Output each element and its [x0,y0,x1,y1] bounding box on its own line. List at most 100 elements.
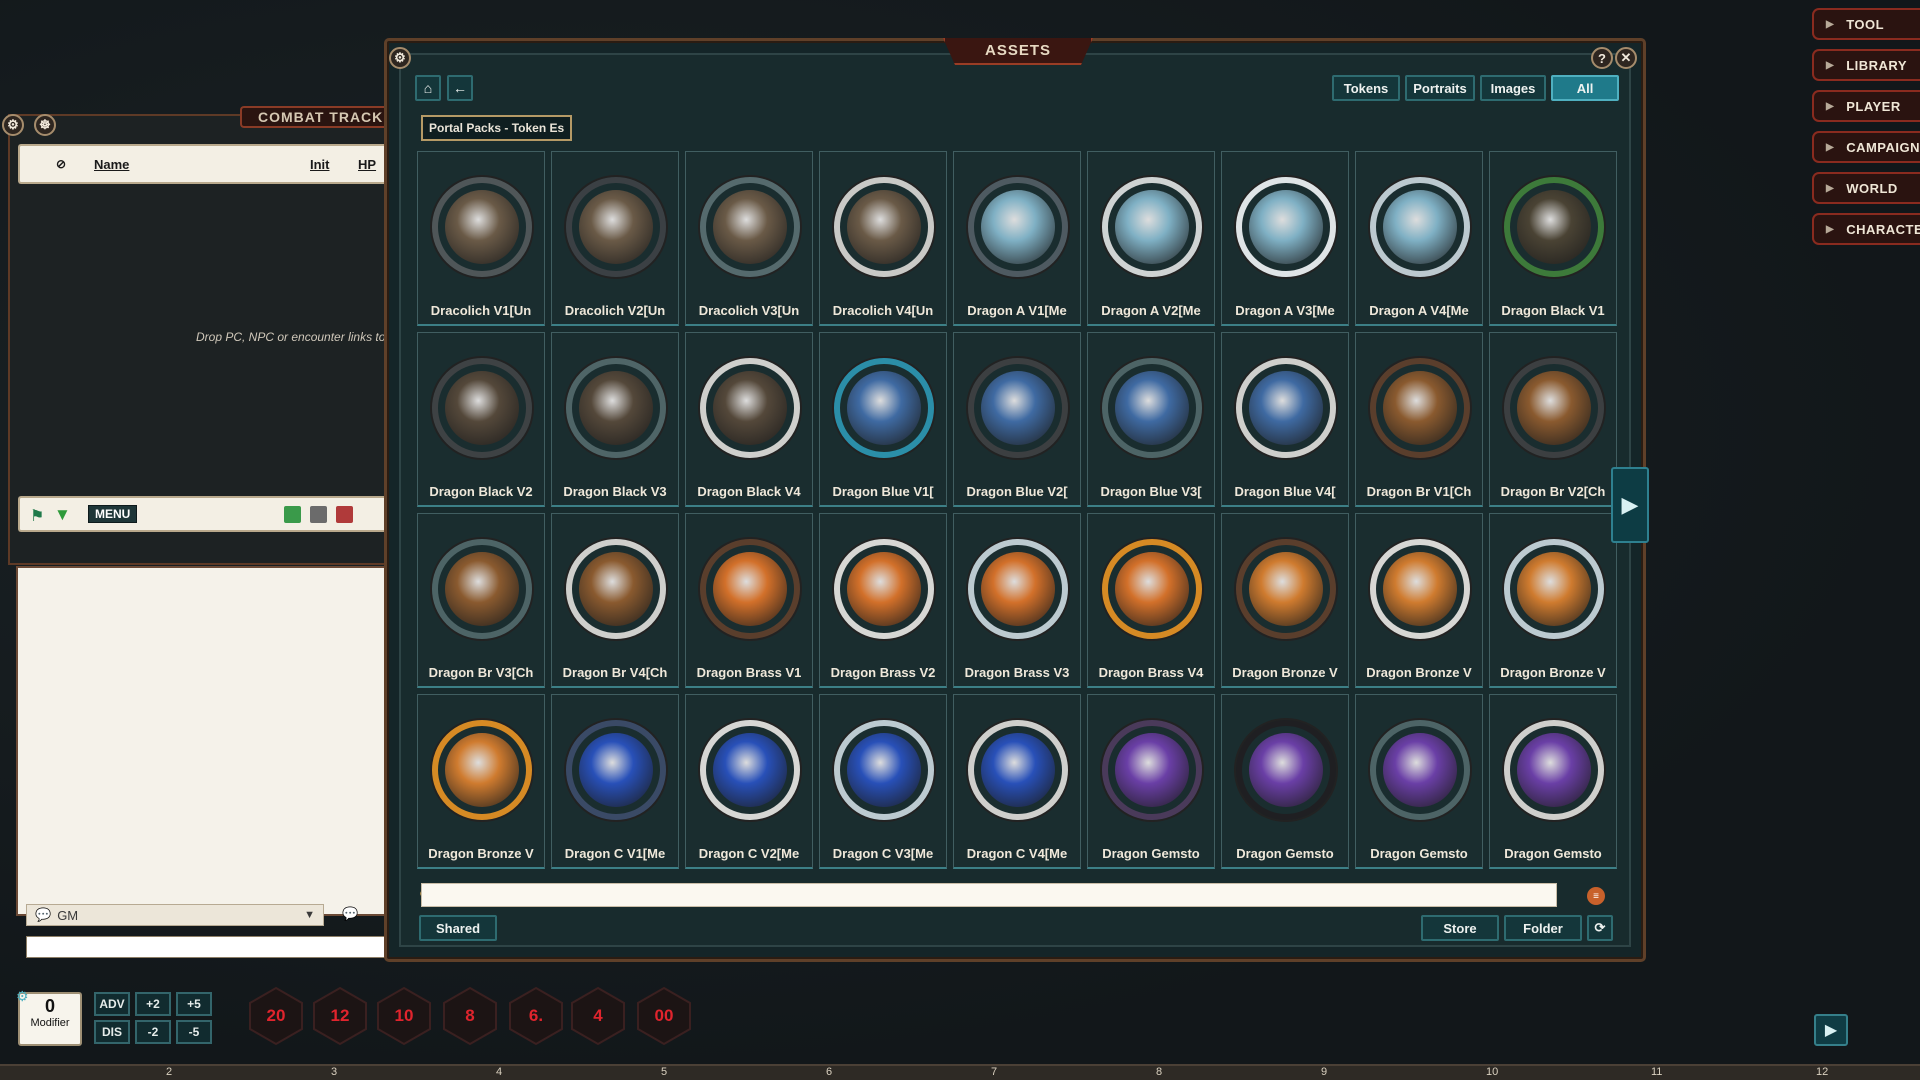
minus-2-button[interactable]: -2 [135,1020,171,1044]
shared-button[interactable]: Shared [419,915,497,941]
asset-tile[interactable]: Dragon Br V1[Ch [1355,332,1483,507]
asset-tile[interactable]: Dragon Black V3 [551,332,679,507]
chat-log [16,566,390,916]
search-input[interactable] [421,883,1557,907]
asset-tile[interactable]: Dragon Black V1 [1489,151,1617,326]
column-init[interactable]: Init [310,157,330,172]
asset-tile[interactable]: Dragon Brass V4 [1087,513,1215,688]
asset-tile[interactable]: Dragon Brass V2 [819,513,947,688]
collapse-icon[interactable] [310,506,327,523]
store-button[interactable]: Store [1421,915,1499,941]
asset-tile[interactable]: Dragon Gemsto [1087,694,1215,869]
asset-tile[interactable]: Dragon Gemsto [1355,694,1483,869]
dragon-portrait-icon [579,190,653,264]
play-button[interactable]: ▶ [1814,1014,1848,1046]
die-d20[interactable]: 20 [246,986,306,1046]
asset-tile[interactable]: Dragon C V4[Me [953,694,1081,869]
filter-portraits[interactable]: Portraits [1405,75,1475,101]
asset-tile[interactable]: Dracolich V2[Un [551,151,679,326]
sidebar-button-world[interactable]: ▶ WORLD [1812,172,1920,204]
asset-tile[interactable]: Dragon C V2[Me [685,694,813,869]
plus-5-button[interactable]: +5 [176,992,212,1016]
asset-grid: Dracolich V1[Un Dracolich V2[Un Dracolich … [417,151,1617,869]
asset-tile[interactable]: Dragon Blue V4[ [1221,332,1349,507]
asset-tile[interactable]: Dragon Bronze V [417,694,545,869]
asset-tile[interactable]: Dragon Bronze V [1221,513,1349,688]
asset-tile[interactable]: Dragon Br V2[Ch [1489,332,1617,507]
asset-tile[interactable]: Dragon C V3[Me [819,694,947,869]
breadcrumb[interactable]: Portal Packs - Token Es [421,115,573,141]
asset-tile[interactable]: Dragon Br V3[Ch [417,513,545,688]
column-name[interactable]: Name [94,157,129,172]
delete-icon[interactable] [336,506,353,523]
token-image [1370,720,1470,820]
asset-tile[interactable]: Dragon Gemsto [1221,694,1349,869]
chat-identity-select[interactable]: 💬 GM ▼ [26,904,324,926]
asset-tile[interactable]: Dragon Bronze V [1489,513,1617,688]
token-image [1236,358,1336,458]
minus-5-button[interactable]: -5 [176,1020,212,1044]
add-icon[interactable] [284,506,301,523]
filter-options-icon[interactable]: ≡ [1587,887,1605,905]
die-d4[interactable]: 4 [568,986,628,1046]
chat-input[interactable] [26,936,390,958]
back-button[interactable]: ← [447,75,473,101]
asset-tile[interactable]: Dracolich V3[Un [685,151,813,326]
speech-bubble-icon: 💬 [35,907,52,922]
asset-tile[interactable]: Dragon A V3[Me [1221,151,1349,326]
asset-tile[interactable]: Dragon A V2[Me [1087,151,1215,326]
asset-tile[interactable]: Dragon A V4[Me [1355,151,1483,326]
die-d8[interactable]: 8 [440,986,500,1046]
asset-tile[interactable]: Dragon Bronze V [1355,513,1483,688]
lock-icon[interactable]: ⚙ [2,114,24,136]
help-icon[interactable]: ? [1591,47,1613,69]
asset-tile[interactable]: Dragon C V1[Me [551,694,679,869]
die-d10[interactable]: 10 [374,986,434,1046]
folder-button[interactable]: Folder [1504,915,1582,941]
home-icon: ⌂ [423,80,433,96]
column-hp[interactable]: HP [358,157,376,172]
advantage-button[interactable]: ADV [94,992,130,1016]
disadvantage-button[interactable]: DIS [94,1020,130,1044]
lock-icon[interactable]: ⚙ [389,47,411,69]
refresh-button[interactable]: ⟳ [1587,915,1613,941]
sidebar-button-player[interactable]: ▶ PLAYER [1812,90,1920,122]
chat-mode-icon[interactable]: 💬 [342,906,358,922]
asset-tile[interactable]: Dragon Br V4[Ch [551,513,679,688]
visibility-toggle-icon[interactable]: ⊘ [56,157,66,171]
asset-tile-label: Dragon A V4[Me [1369,303,1469,318]
asset-tile[interactable]: Dracolich V4[Un [819,151,947,326]
plus-2-button[interactable]: +2 [135,992,171,1016]
next-turn-icon[interactable]: ▼ [54,505,71,525]
settings-icon[interactable]: ☸ [34,114,56,136]
settings-icon[interactable]: ⚙ [16,988,29,1005]
asset-tile-label: Dragon Blue V1[ [832,484,934,499]
filter-images[interactable]: Images [1480,75,1546,101]
filter-all[interactable]: All [1551,75,1619,101]
asset-tile[interactable]: Dragon Blue V2[ [953,332,1081,507]
asset-tile[interactable]: Dracolich V1[Un [417,151,545,326]
die-d12[interactable]: 12 [310,986,370,1046]
sidebar-button-character[interactable]: ▶ CHARACTER [1812,213,1920,245]
asset-tile[interactable]: Dragon Blue V3[ [1087,332,1215,507]
asset-tile[interactable]: Dragon Brass V1 [685,513,813,688]
sidebar-button-tool[interactable]: ▶ TOOL [1812,8,1920,40]
asset-tile[interactable]: Dragon A V1[Me [953,151,1081,326]
die-d6[interactable]: 6. [506,986,566,1046]
next-page-button[interactable]: ▶ [1611,467,1649,543]
dragon-portrait-icon [1249,190,1323,264]
sidebar-button-library[interactable]: ▶ LIBRARY [1812,49,1920,81]
asset-tile[interactable]: Dragon Gemsto [1489,694,1617,869]
menu-button[interactable]: MENU [88,505,138,523]
home-button[interactable]: ⌂ [415,75,441,101]
filter-tokens[interactable]: Tokens [1332,75,1400,101]
asset-tile[interactable]: Dragon Black V4 [685,332,813,507]
flag-icon[interactable]: ⚑ [30,506,44,526]
asset-tile[interactable]: Dragon Brass V3 [953,513,1081,688]
sidebar-button-campaign[interactable]: ▶ CAMPAIGN [1812,131,1920,163]
asset-tile[interactable]: Dragon Black V2 [417,332,545,507]
asset-tile-label: Dragon Black V4 [697,484,801,499]
die-d100[interactable]: 00 [634,986,694,1046]
asset-tile[interactable]: Dragon Blue V1[ [819,332,947,507]
close-icon[interactable]: ✕ [1615,47,1637,69]
